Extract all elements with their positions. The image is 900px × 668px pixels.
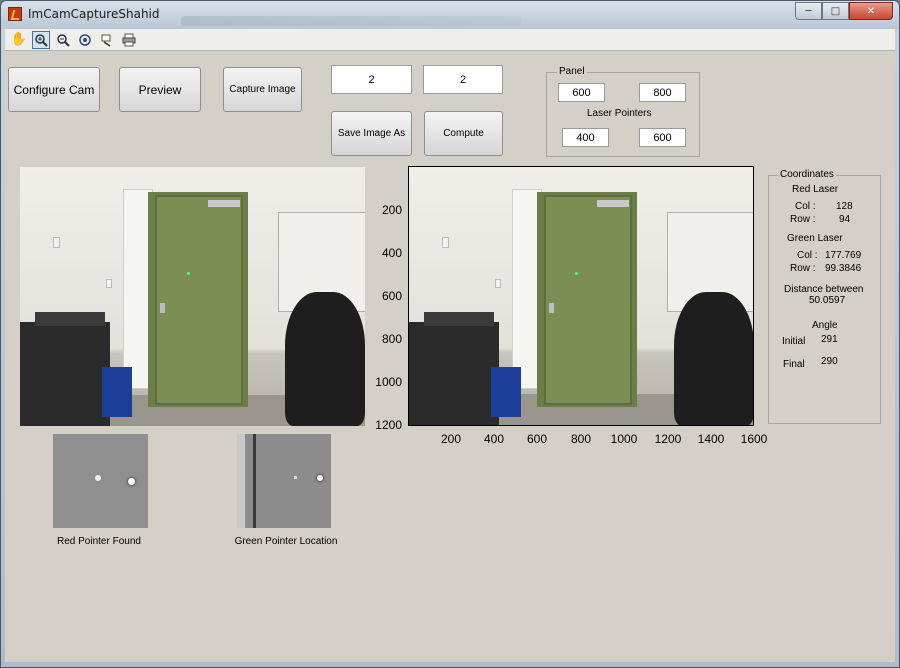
panel-group: Panel 600 800 Laser Pointers 400 600 — [546, 66, 700, 157]
capture-image-button[interactable]: Capture Image — [223, 67, 302, 112]
rotate-3d-icon[interactable] — [76, 31, 94, 49]
close-button[interactable]: ✕ — [849, 2, 893, 20]
minimize-button[interactable]: ─ — [795, 2, 822, 20]
photo-recycle-bin — [491, 367, 521, 417]
preview-button[interactable]: Preview — [119, 67, 201, 112]
panel-top-right-field[interactable]: 800 — [639, 83, 686, 102]
x-tick-label: 1600 — [740, 432, 768, 446]
matlab-app-icon — [8, 7, 22, 21]
figure-canvas: Configure Cam Preview Capture Image 2 2 … — [5, 52, 895, 662]
initial-label: Initial — [782, 336, 806, 347]
red-row-value: 94 — [839, 214, 851, 225]
photo-bag — [35, 312, 105, 326]
photo-desk — [20, 322, 110, 426]
title-bar[interactable]: ImCamCaptureShahid ─ □ ✕ — [1, 1, 899, 29]
red-laser-label: Red Laser — [792, 184, 839, 195]
distance-value: 50.0597 — [809, 295, 846, 306]
initial-value: 291 — [821, 334, 838, 345]
photo-door — [544, 195, 632, 405]
zoom-out-icon[interactable] — [54, 31, 72, 49]
final-label: Final — [783, 359, 805, 370]
figure-toolbar: ✋ — [5, 29, 895, 51]
green-pointer-caption: Green Pointer Location — [234, 536, 338, 547]
photo-door-closer — [208, 200, 240, 207]
y-tick-label: 1000 — [375, 375, 402, 389]
x-tick-label: 1000 — [610, 432, 638, 446]
photo-chair-with-jacket — [674, 292, 753, 425]
red-col-label: Col : — [795, 201, 816, 212]
photo-door — [155, 195, 243, 405]
coordinates-group: Coordinates Red Laser Col : 128 Row : 94… — [768, 169, 881, 424]
hand-pan-icon[interactable]: ✋ — [10, 31, 28, 49]
print-icon[interactable] — [120, 31, 138, 49]
photo-desk — [409, 322, 499, 425]
red-pointer-spot-2 — [128, 478, 135, 485]
minimize-icon: ─ — [805, 5, 812, 17]
green-col-label: Col : — [797, 250, 818, 261]
green-pointer-spot-2 — [317, 475, 323, 481]
distance-label: Distance between — [784, 284, 864, 295]
x-tick-label: 1200 — [654, 432, 682, 446]
compute-button[interactable]: Compute — [424, 111, 503, 156]
photo-light-switch — [53, 237, 60, 248]
panel-title: Panel — [557, 66, 587, 77]
x-tick-label: 600 — [526, 432, 548, 446]
x-tick-label: 200 — [440, 432, 462, 446]
maximize-icon: □ — [830, 5, 841, 17]
red-col-value: 128 — [836, 201, 853, 212]
photo-recycle-bin — [102, 367, 132, 417]
green-laser-dot — [575, 272, 578, 275]
window-title: ImCamCaptureShahid — [28, 7, 160, 21]
red-row-label: Row : — [790, 214, 816, 225]
save-image-as-button[interactable]: Save Image As — [331, 111, 412, 156]
camera-preview-image — [20, 167, 365, 426]
green-row-label: Row : — [790, 263, 816, 274]
photo-door-handle — [549, 303, 554, 313]
maximize-button[interactable]: □ — [822, 2, 849, 20]
x-tick-label: 400 — [483, 432, 505, 446]
photo-door-closer — [597, 200, 629, 207]
panel-top-left-field[interactable]: 600 — [558, 83, 605, 102]
photo-chair-with-jacket — [285, 292, 365, 426]
zoom-in-icon[interactable] — [32, 30, 50, 49]
red-pointer-caption: Red Pointer Found — [57, 536, 141, 547]
menu-bar-ghost — [181, 16, 521, 26]
y-tick-label: 1200 — [375, 418, 402, 432]
photo-outlet — [495, 279, 501, 288]
y-tick-label: 400 — [381, 246, 402, 260]
door-edge-strip — [237, 434, 245, 528]
final-value: 290 — [821, 356, 838, 367]
green-laser-label: Green Laser — [787, 233, 843, 244]
edit-field-1[interactable]: 2 — [331, 65, 412, 94]
x-tick-label: 1400 — [697, 432, 725, 446]
panel-bottom-left-field[interactable]: 400 — [562, 128, 609, 147]
close-icon: ✕ — [866, 5, 876, 17]
captured-image-axes[interactable] — [408, 166, 754, 426]
green-laser-dot — [187, 272, 190, 275]
data-cursor-icon[interactable] — [98, 31, 116, 49]
green-row-value: 99.3846 — [825, 263, 862, 274]
green-pointer-thumbnail — [237, 434, 331, 528]
app-window: ImCamCaptureShahid ─ □ ✕ ✋ Configure Cam… — [0, 0, 900, 668]
photo-light-switch — [442, 237, 449, 248]
laser-pointers-label: Laser Pointers — [587, 108, 652, 119]
green-pointer-spot-1 — [294, 476, 297, 479]
red-pointer-thumbnail — [53, 434, 148, 528]
door-frame-line — [253, 434, 256, 528]
y-tick-label: 200 — [381, 203, 402, 217]
photo-door-handle — [160, 303, 165, 313]
panel-bottom-right-field[interactable]: 600 — [639, 128, 686, 147]
x-tick-label: 800 — [570, 432, 592, 446]
configure-cam-button[interactable]: Configure Cam — [8, 67, 100, 112]
green-col-value: 177.769 — [825, 250, 862, 261]
angle-label: Angle — [812, 320, 838, 331]
edit-field-2[interactable]: 2 — [423, 65, 503, 94]
red-pointer-spot-1 — [95, 475, 101, 481]
photo-bag — [424, 312, 494, 326]
photo-outlet — [106, 279, 112, 288]
y-tick-label: 600 — [381, 289, 402, 303]
y-tick-label: 800 — [381, 332, 402, 346]
coordinates-title: Coordinates — [778, 169, 836, 180]
